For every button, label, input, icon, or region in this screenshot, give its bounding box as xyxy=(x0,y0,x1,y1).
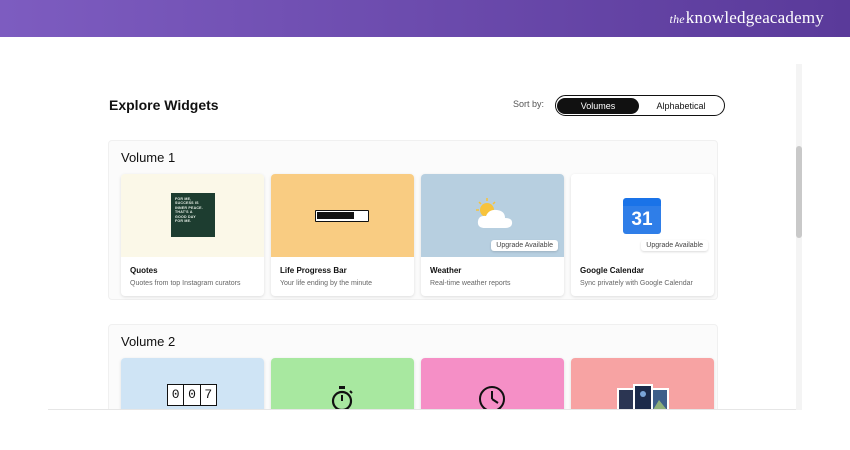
calendar-header xyxy=(623,198,661,206)
vertical-scrollbar[interactable] xyxy=(796,64,802,410)
widget-thumbnail: Upgrade Available xyxy=(421,174,564,257)
sort-toggle: Volumes Alphabetical xyxy=(555,95,725,116)
widget-thumbnail: 0 0 7 xyxy=(121,358,264,409)
calendar-day: 31 xyxy=(623,206,661,234)
widget-thumbnail xyxy=(271,174,414,257)
sort-option-volumes[interactable]: Volumes xyxy=(557,97,639,114)
brand-prefix: the xyxy=(669,12,685,26)
progress-bar-fill xyxy=(317,212,354,219)
volume-section: Volume 1 FOR ME, SUCCESS IS INNER PEACE.… xyxy=(108,140,718,300)
volume-title: Volume 1 xyxy=(121,150,176,165)
widget-title: Quotes xyxy=(130,266,158,275)
sort-label: Sort by: xyxy=(513,99,545,109)
calendar-icon: 31 xyxy=(623,198,661,234)
widget-title: Weather xyxy=(430,266,462,275)
widget-title: Life Progress Bar xyxy=(280,266,347,275)
volume-title: Volume 2 xyxy=(121,334,176,349)
counter-icon: 0 0 7 xyxy=(167,384,217,406)
widget-title: Google Calendar xyxy=(580,266,645,275)
widget-description: Your life ending by the minute xyxy=(280,280,372,287)
stopwatch-icon xyxy=(331,386,353,409)
sort-option-alphabetical[interactable]: Alphabetical xyxy=(639,98,723,114)
widget-description: Sync privately with Google Calendar xyxy=(580,280,693,287)
widget-card-counter[interactable]: 0 0 7 xyxy=(121,358,264,409)
clock-icon xyxy=(479,386,505,409)
widget-thumbnail xyxy=(571,358,714,409)
widget-description: Quotes from top Instagram curators xyxy=(130,280,241,287)
counter-digit: 7 xyxy=(204,387,213,402)
weather-sun-cloud-icon xyxy=(476,198,513,228)
widget-thumbnail xyxy=(271,358,414,409)
brand-name: knowledgeacademy xyxy=(685,8,824,27)
counter-digit: 0 xyxy=(184,385,201,405)
widget-card-life-progress-bar[interactable]: Life Progress Bar Your life ending by th… xyxy=(271,174,414,296)
brand-banner: theknowledgeacademy xyxy=(0,0,850,37)
progress-bar-icon xyxy=(315,210,369,222)
widget-thumbnail: FOR ME, SUCCESS IS INNER PEACE. THAT'S A… xyxy=(121,174,264,257)
counter-digit: 0 xyxy=(168,385,185,405)
page-title: Explore Widgets xyxy=(109,97,219,113)
widget-card-weather[interactable]: Upgrade Available Weather Real-time weat… xyxy=(421,174,564,296)
widgets-app: Explore Widgets Sort by: Volumes Alphabe… xyxy=(48,64,802,410)
photo-stack-icon xyxy=(617,384,669,409)
brand-logo: theknowledgeacademy xyxy=(670,8,824,28)
upgrade-badge: Upgrade Available xyxy=(491,240,558,251)
widget-thumbnail xyxy=(421,358,564,409)
widget-card-photos[interactable] xyxy=(571,358,714,409)
volume-section: Volume 2 0 0 7 xyxy=(108,324,718,409)
widget-card-quotes[interactable]: FOR ME, SUCCESS IS INNER PEACE. THAT'S A… xyxy=(121,174,264,296)
widget-thumbnail: 31 Upgrade Available xyxy=(571,174,714,257)
scrollbar-thumb[interactable] xyxy=(796,146,802,238)
upgrade-badge: Upgrade Available xyxy=(641,240,708,251)
quote-preview: FOR ME, SUCCESS IS INNER PEACE. THAT'S A… xyxy=(171,193,215,237)
widget-card-google-calendar[interactable]: 31 Upgrade Available Google Calendar Syn… xyxy=(571,174,714,296)
quote-line: FOR ME. xyxy=(175,219,192,224)
widget-description: Real-time weather reports xyxy=(430,280,511,287)
widget-card-clock[interactable] xyxy=(421,358,564,409)
widget-card-stopwatch[interactable] xyxy=(271,358,414,409)
